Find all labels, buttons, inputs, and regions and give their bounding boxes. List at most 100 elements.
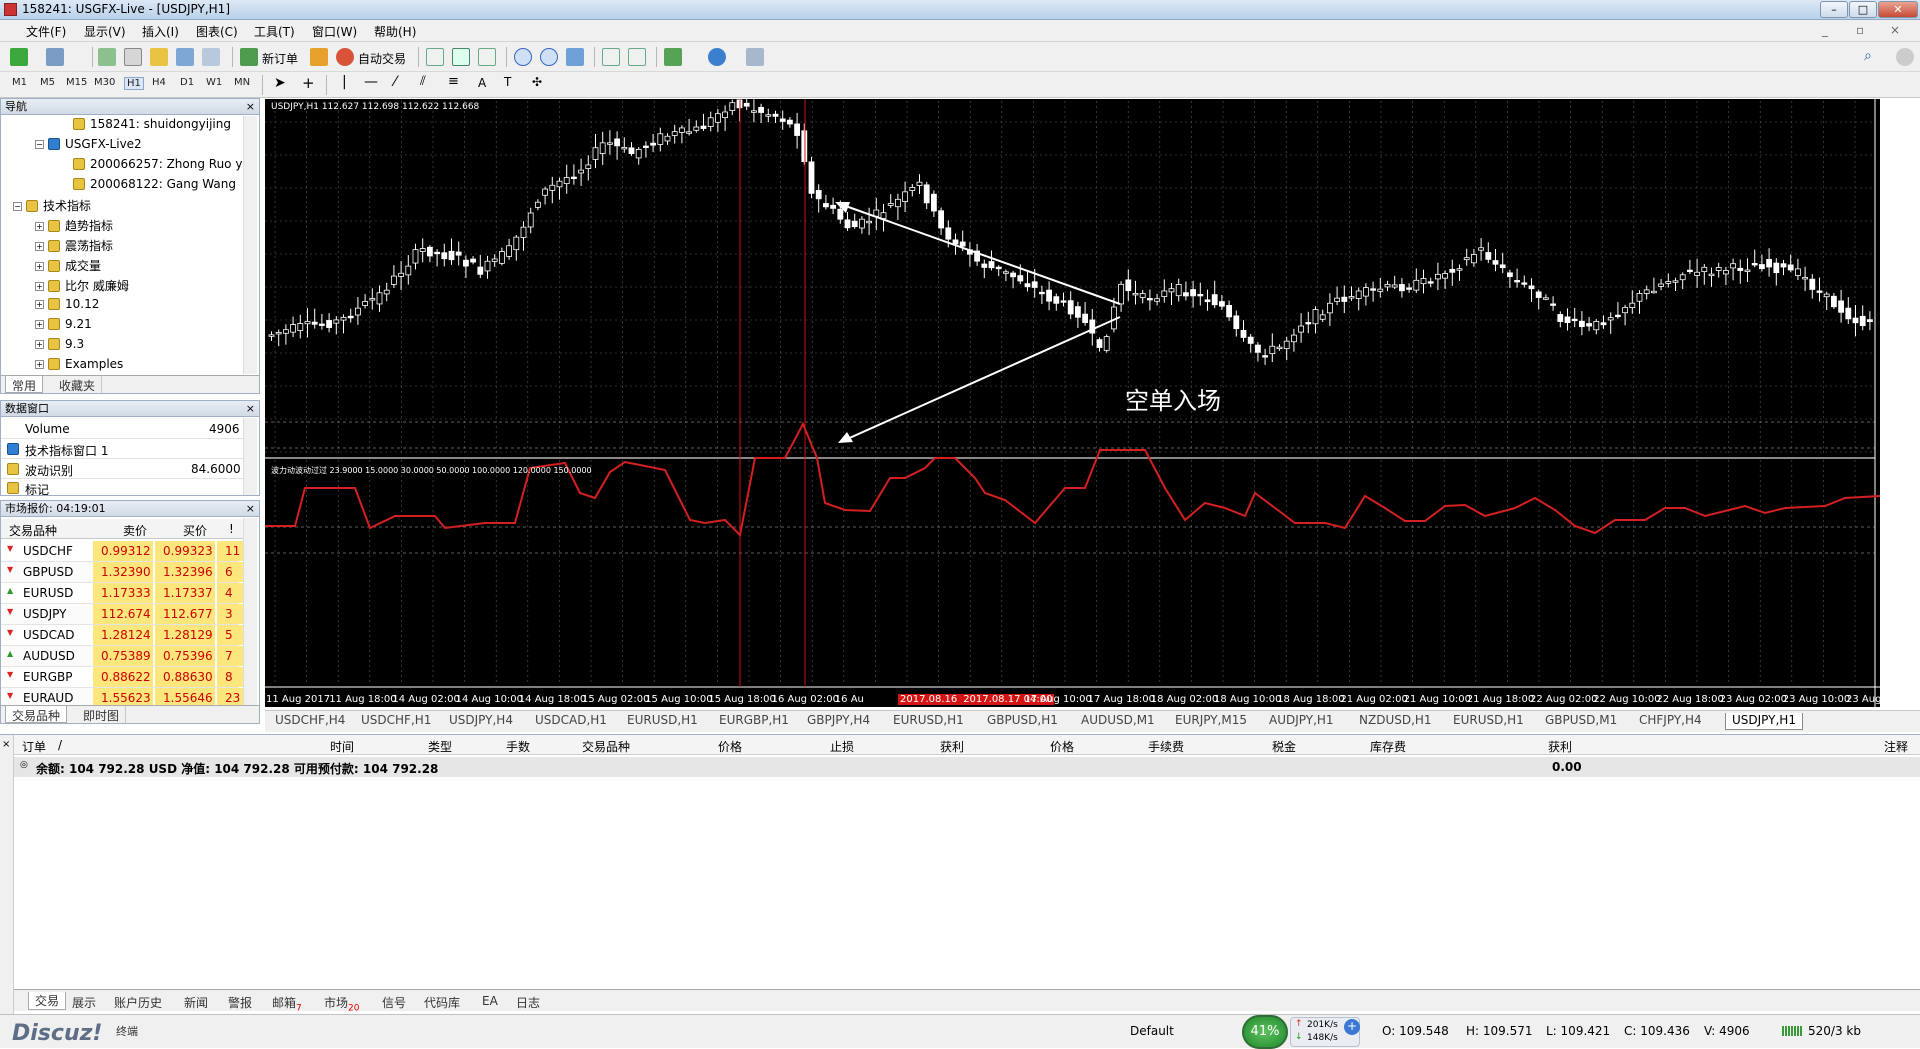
auto-trade-icon[interactable]	[336, 48, 354, 66]
navigator-close-icon[interactable]: ×	[246, 99, 255, 114]
zoom-in-icon[interactable]	[514, 48, 532, 66]
new-order-icon[interactable]	[240, 48, 258, 66]
profile-name[interactable]: Default	[1130, 1024, 1174, 1038]
chart-tab[interactable]: USDJPY,H4	[449, 713, 513, 730]
candlestick-icon[interactable]	[452, 48, 470, 66]
chart-tab[interactable]: USDJPY,H1	[1725, 713, 1803, 730]
chart-tab[interactable]: USDCAD,H1	[535, 713, 607, 730]
expand-icon[interactable]: +	[35, 320, 44, 329]
expand-icon[interactable]: +	[35, 262, 44, 271]
tab-common[interactable]: 常用	[5, 376, 44, 393]
chart-tab[interactable]: GBPJPY,H4	[807, 713, 870, 730]
tree-account-158241[interactable]: 158241: shuidongyijing	[73, 117, 231, 131]
tree-indicators[interactable]: − 技术指标	[13, 197, 91, 214]
settings-gear-icon[interactable]	[1896, 48, 1914, 66]
collapse-icon[interactable]: −	[13, 202, 22, 211]
mdi-restore[interactable]: ▫	[1856, 23, 1864, 37]
chart-tab[interactable]: EURUSD,H1	[893, 713, 964, 730]
fibonacci-icon[interactable]: ≡	[448, 74, 459, 89]
maximize-button[interactable]: □	[1849, 1, 1877, 18]
line-chart-icon[interactable]	[478, 48, 496, 66]
indicators-icon[interactable]	[664, 48, 682, 66]
chart-tab[interactable]: EURUSD,H1	[1453, 713, 1524, 730]
text-label-icon[interactable]: T	[504, 75, 511, 89]
timeframe-m5[interactable]: M5	[40, 77, 55, 88]
tree-trend[interactable]: + 趋势指标	[35, 217, 113, 234]
market-watch-icon[interactable]	[98, 48, 116, 66]
tab-signals[interactable]: 信号	[382, 994, 406, 1011]
expand-icon[interactable]: +	[35, 300, 44, 309]
new-order-button[interactable]: 新订单	[262, 50, 298, 67]
tree-examples[interactable]: + Examples	[35, 357, 123, 371]
trendline-icon[interactable]: ⁄	[394, 74, 396, 90]
vertical-line-icon[interactable]: |	[342, 74, 347, 90]
tab-tick-chart[interactable]: 即时图	[77, 706, 127, 723]
tree-oscillators[interactable]: + 震荡指标	[35, 237, 113, 254]
market-watch-row[interactable]: ▲ EURUSD 1.17333 1.17337 4	[1, 583, 243, 604]
tree-10-12[interactable]: +10.12	[35, 297, 99, 311]
tree-9-21[interactable]: +9.21	[35, 317, 92, 331]
strategy-tester-icon[interactable]	[202, 48, 220, 66]
tree-account-200066257[interactable]: 200066257: Zhong Ruo yi	[73, 157, 246, 171]
horizontal-line-icon[interactable]: —	[364, 74, 378, 90]
tab-code-base[interactable]: 代码库	[424, 994, 460, 1011]
chart-tab[interactable]: EURJPY,M15	[1175, 713, 1247, 730]
close-button[interactable]: ✕	[1878, 1, 1918, 18]
market-watch-row[interactable]: ▼ USDCHF 0.99312 0.99323 11	[1, 541, 243, 562]
chart-tab[interactable]: NZDUSD,H1	[1359, 713, 1432, 730]
channel-icon[interactable]: ⫽	[420, 74, 426, 89]
timeframe-m1[interactable]: M1	[12, 77, 27, 88]
market-watch-close-icon[interactable]: ×	[246, 501, 255, 516]
profiles-icon[interactable]	[46, 48, 64, 66]
chart-window[interactable]: USDJPY,H1 112.627 112.698 112.622 112.66…	[265, 90, 1881, 707]
chart-tab[interactable]: CHFJPY,H4	[1639, 713, 1702, 730]
arrows-icon[interactable]: ✣	[532, 75, 542, 89]
tab-account-history[interactable]: 账户历史	[114, 994, 162, 1011]
timeframe-h4[interactable]: H4	[152, 77, 166, 88]
tree-server-usgfx-live2[interactable]: − USGFX-Live2	[35, 137, 142, 151]
bar-chart-icon[interactable]	[426, 48, 444, 66]
expand-icon[interactable]: +	[35, 242, 44, 251]
collapse-icon[interactable]: −	[35, 140, 44, 149]
timeframe-mn[interactable]: MN	[234, 77, 250, 88]
chart-shift-icon[interactable]	[602, 48, 620, 66]
market-watch-row[interactable]: ▼ EURAUD 1.55623 1.55646 23	[1, 688, 243, 705]
menu-file[interactable]: 文件(F)	[26, 23, 66, 40]
autoscroll-icon[interactable]	[628, 48, 646, 66]
data-window-scrollbar[interactable]	[243, 418, 257, 495]
menu-tools[interactable]: 工具(T)	[254, 23, 295, 40]
chart-tab[interactable]: AUDUSD,M1	[1081, 713, 1155, 730]
navigator-icon[interactable]	[150, 48, 168, 66]
chart-tab[interactable]: USDCHF,H1	[361, 713, 431, 730]
tab-ea[interactable]: EA	[482, 994, 498, 1008]
zoom-out-icon[interactable]	[540, 48, 558, 66]
mdi-minimize[interactable]: _	[1822, 23, 1828, 37]
tree-9-3[interactable]: +9.3	[35, 337, 84, 351]
chart-canvas[interactable]	[265, 90, 1881, 707]
tab-symbols[interactable]: 交易品种	[5, 706, 68, 723]
expand-icon[interactable]: +	[35, 360, 44, 369]
connection-status-icon[interactable]	[1782, 1026, 1802, 1036]
add-plus-icon[interactable]: +	[1344, 1019, 1360, 1035]
market-watch-row[interactable]: ▼ USDCAD 1.28124 1.28129 5	[1, 625, 243, 646]
data-window-close-icon[interactable]: ×	[246, 401, 255, 416]
chart-tab[interactable]: EURUSD,H1	[627, 713, 698, 730]
tree-account-200068122[interactable]: 200068122: Gang Wang	[73, 177, 236, 191]
tab-mailbox[interactable]: 邮箱7	[272, 994, 302, 1013]
timeframe-h1[interactable]: H1	[124, 77, 144, 90]
menu-view[interactable]: 显示(V)	[84, 23, 126, 40]
mdi-close[interactable]: ×	[1890, 23, 1900, 37]
cpu-meter[interactable]: 41%	[1242, 1015, 1288, 1049]
minimize-button[interactable]: –	[1820, 1, 1848, 18]
metaeditor-icon[interactable]	[310, 48, 328, 66]
chart-tab[interactable]: AUDJPY,H1	[1269, 713, 1334, 730]
menu-chart[interactable]: 图表(C)	[196, 23, 238, 40]
tab-exposure[interactable]: 展示	[72, 994, 96, 1011]
timeframe-m15[interactable]: M15	[66, 77, 87, 88]
terminal-icon[interactable]	[176, 48, 194, 66]
tab-trade[interactable]: 交易	[28, 992, 67, 1010]
market-watch-scrollbar[interactable]	[243, 518, 257, 705]
timeframe-w1[interactable]: W1	[206, 77, 222, 88]
new-chart-icon[interactable]	[10, 48, 28, 66]
text-icon[interactable]: A	[478, 76, 486, 90]
